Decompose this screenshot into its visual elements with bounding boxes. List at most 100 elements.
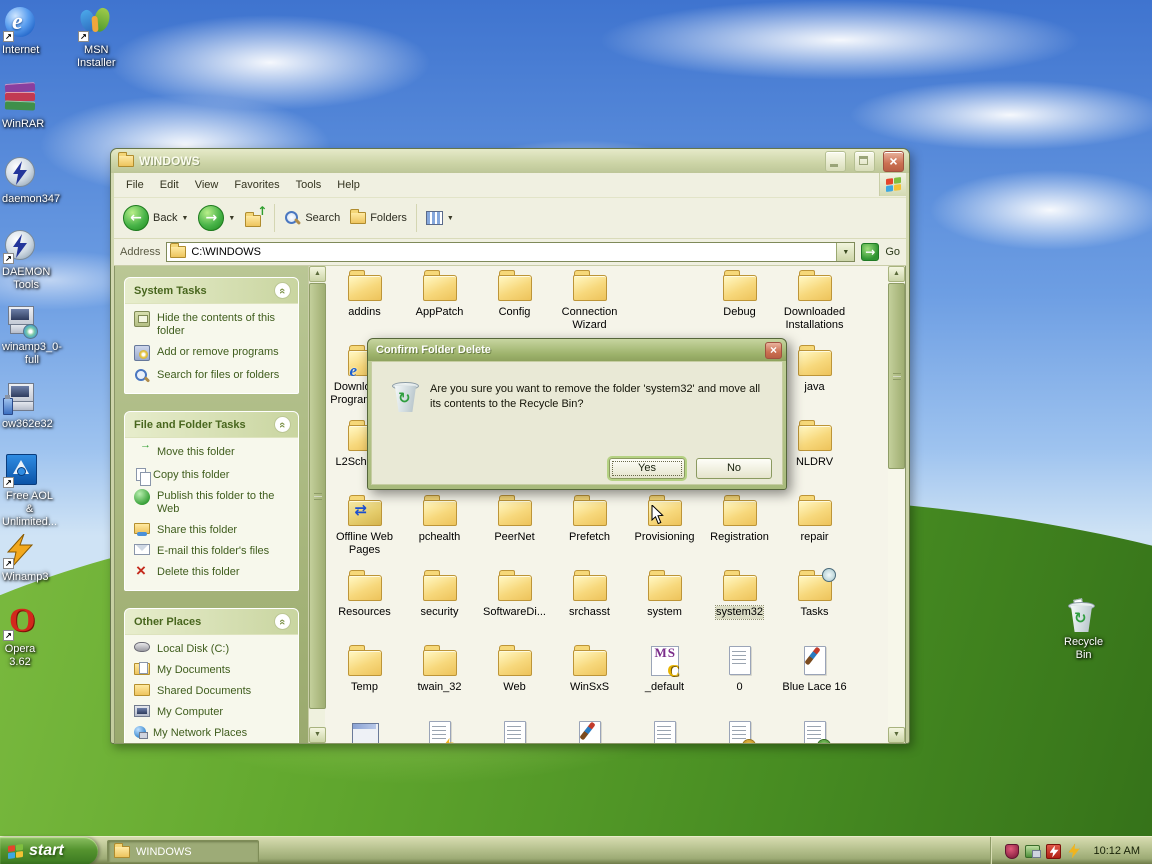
file-item[interactable]: Connection Wizard: [552, 268, 627, 343]
file-item[interactable]: java: [777, 343, 852, 418]
file-item[interactable]: Prefetch: [552, 493, 627, 568]
desktop-icon-winamp3-full[interactable]: winamp3_0-full: [2, 303, 62, 366]
network-tray-icon[interactable]: [1024, 844, 1041, 858]
back-button[interactable]: ← Back ▼: [118, 202, 193, 234]
desktop-icon-opera[interactable]: O Opera 3.62: [2, 603, 38, 668]
section-header[interactable]: File and Folder Tasks: [125, 412, 298, 438]
file-slot[interactable]: [777, 718, 852, 743]
task-link[interactable]: E-mail this folder's files: [134, 544, 291, 558]
menu-item-file[interactable]: File: [118, 176, 152, 194]
minimize-button[interactable]: [825, 150, 846, 172]
menu-item-favorites[interactable]: Favorites: [226, 176, 287, 194]
file-item[interactable]: PeerNet: [477, 493, 552, 568]
filelist-scrollbar[interactable]: ▲ ▼: [888, 266, 905, 743]
task-link[interactable]: Move this folder: [134, 439, 291, 461]
scroll-down-button[interactable]: ▼: [309, 727, 326, 743]
file-item[interactable]: 0: [702, 643, 777, 718]
antivirus-tray-icon[interactable]: [1004, 843, 1019, 859]
file-item[interactable]: system: [627, 568, 702, 643]
task-link[interactable]: Share this folder: [134, 523, 291, 537]
file-slot[interactable]: [702, 718, 777, 743]
file-item[interactable]: Temp: [327, 643, 402, 718]
scroll-up-button[interactable]: ▲: [309, 266, 326, 282]
back-dropdown-icon[interactable]: ▼: [181, 215, 188, 222]
taskpane-scrollbar[interactable]: ▲ ▼: [308, 266, 326, 743]
file-item[interactable]: Resources: [327, 568, 402, 643]
go-label[interactable]: Go: [885, 246, 900, 258]
menu-item-edit[interactable]: Edit: [152, 176, 187, 194]
chevron-up-icon[interactable]: [274, 613, 291, 630]
menu-item-help[interactable]: Help: [329, 176, 368, 194]
file-item[interactable]: ⇄ Offline Web Pages: [327, 493, 402, 568]
maximize-button[interactable]: [854, 150, 875, 172]
file-item[interactable]: Downloaded Installations: [777, 268, 852, 343]
desktop-icon-winrar[interactable]: WinRAR: [2, 80, 44, 130]
chevron-up-icon[interactable]: [274, 416, 291, 433]
file-slot[interactable]: [552, 718, 627, 743]
file-slot[interactable]: [402, 718, 477, 743]
section-header[interactable]: System Tasks: [125, 278, 298, 304]
desktop-icon-internet[interactable]: e Internet: [2, 6, 39, 56]
desktop-icon-daemon347[interactable]: daemon347: [2, 155, 60, 205]
section-header[interactable]: Other Places: [125, 609, 298, 635]
file-item[interactable]: Debug: [702, 268, 777, 343]
address-combo[interactable]: C:\WINDOWS ▼: [166, 242, 856, 262]
taskbar-task-windows[interactable]: WINDOWS: [107, 840, 259, 863]
menu-item-tools[interactable]: Tools: [288, 176, 330, 194]
views-button[interactable]: ▼: [421, 202, 459, 234]
desktop-icon-msn-installer[interactable]: MSN Installer: [77, 6, 116, 69]
file-slot[interactable]: [627, 718, 702, 743]
window-titlebar[interactable]: WINDOWS ×: [111, 149, 909, 173]
daemon-tools-tray-icon[interactable]: [1045, 843, 1061, 859]
file-item[interactable]: pchealth: [402, 493, 477, 568]
file-slot[interactable]: [327, 718, 402, 743]
file-item[interactable]: WinSxS: [552, 643, 627, 718]
forward-dropdown-icon[interactable]: ▼: [228, 215, 235, 222]
file-item[interactable]: AppPatch: [402, 268, 477, 343]
scroll-thumb[interactable]: [888, 283, 905, 469]
winamp-tray-icon[interactable]: [1067, 844, 1082, 859]
task-link[interactable]: Delete this folder: [134, 562, 291, 581]
dialog-titlebar[interactable]: Confirm Folder Delete ×: [368, 339, 786, 361]
task-link[interactable]: Search for files or folders: [134, 369, 291, 384]
file-item[interactable]: repair: [777, 493, 852, 568]
task-link[interactable]: My Computer: [134, 705, 291, 719]
address-dropdown-button[interactable]: ▼: [836, 243, 855, 261]
task-link[interactable]: My Documents: [134, 662, 291, 677]
task-link[interactable]: Local Disk (C:): [134, 642, 291, 656]
task-link[interactable]: Add or remove programs: [134, 345, 291, 361]
file-item[interactable]: security: [402, 568, 477, 643]
forward-button[interactable]: → ▼: [193, 202, 240, 234]
file-item[interactable]: Web: [477, 643, 552, 718]
scroll-up-button[interactable]: ▲: [888, 266, 905, 282]
search-button[interactable]: Search: [279, 202, 345, 234]
close-button[interactable]: ×: [883, 150, 904, 172]
desktop-icon-free-aol[interactable]: Free AOL & Unlimited...: [2, 452, 57, 528]
dialog-close-button[interactable]: ×: [765, 341, 782, 359]
menu-item-view[interactable]: View: [187, 176, 227, 194]
file-item[interactable]: Config: [477, 268, 552, 343]
scroll-thumb[interactable]: [309, 283, 326, 709]
file-item[interactable]: system32: [702, 568, 777, 643]
views-dropdown-icon[interactable]: ▼: [447, 215, 454, 222]
task-link[interactable]: Hide the contents of this folder: [134, 311, 291, 338]
desktop-icon-daemon-tools[interactable]: DAEMON Tools: [2, 228, 50, 291]
file-slot[interactable]: [477, 718, 552, 743]
desktop-icon-ow362e32[interactable]: ow362e32: [2, 380, 53, 430]
desktop-icon-winamp3[interactable]: Winamp3: [2, 533, 48, 583]
desktop-icon-recycle-bin[interactable]: ↻ Recycle Bin: [1064, 598, 1103, 661]
task-link[interactable]: Shared Documents: [134, 684, 291, 698]
go-icon[interactable]: →: [861, 243, 880, 261]
file-item[interactable]: twain_32: [402, 643, 477, 718]
task-link[interactable]: Copy this folder: [134, 468, 291, 486]
file-item[interactable]: Provisioning: [627, 493, 702, 568]
up-button[interactable]: ↑: [240, 202, 270, 234]
file-item[interactable]: Blue Lace 16: [777, 643, 852, 718]
folders-button[interactable]: Folders: [345, 202, 412, 234]
file-item[interactable]: NLDRV: [777, 418, 852, 493]
chevron-up-icon[interactable]: [274, 282, 291, 299]
file-item[interactable]: C_default: [627, 643, 702, 718]
file-item[interactable]: addins: [327, 268, 402, 343]
file-item[interactable]: SoftwareDi...: [477, 568, 552, 643]
file-item[interactable]: srchasst: [552, 568, 627, 643]
